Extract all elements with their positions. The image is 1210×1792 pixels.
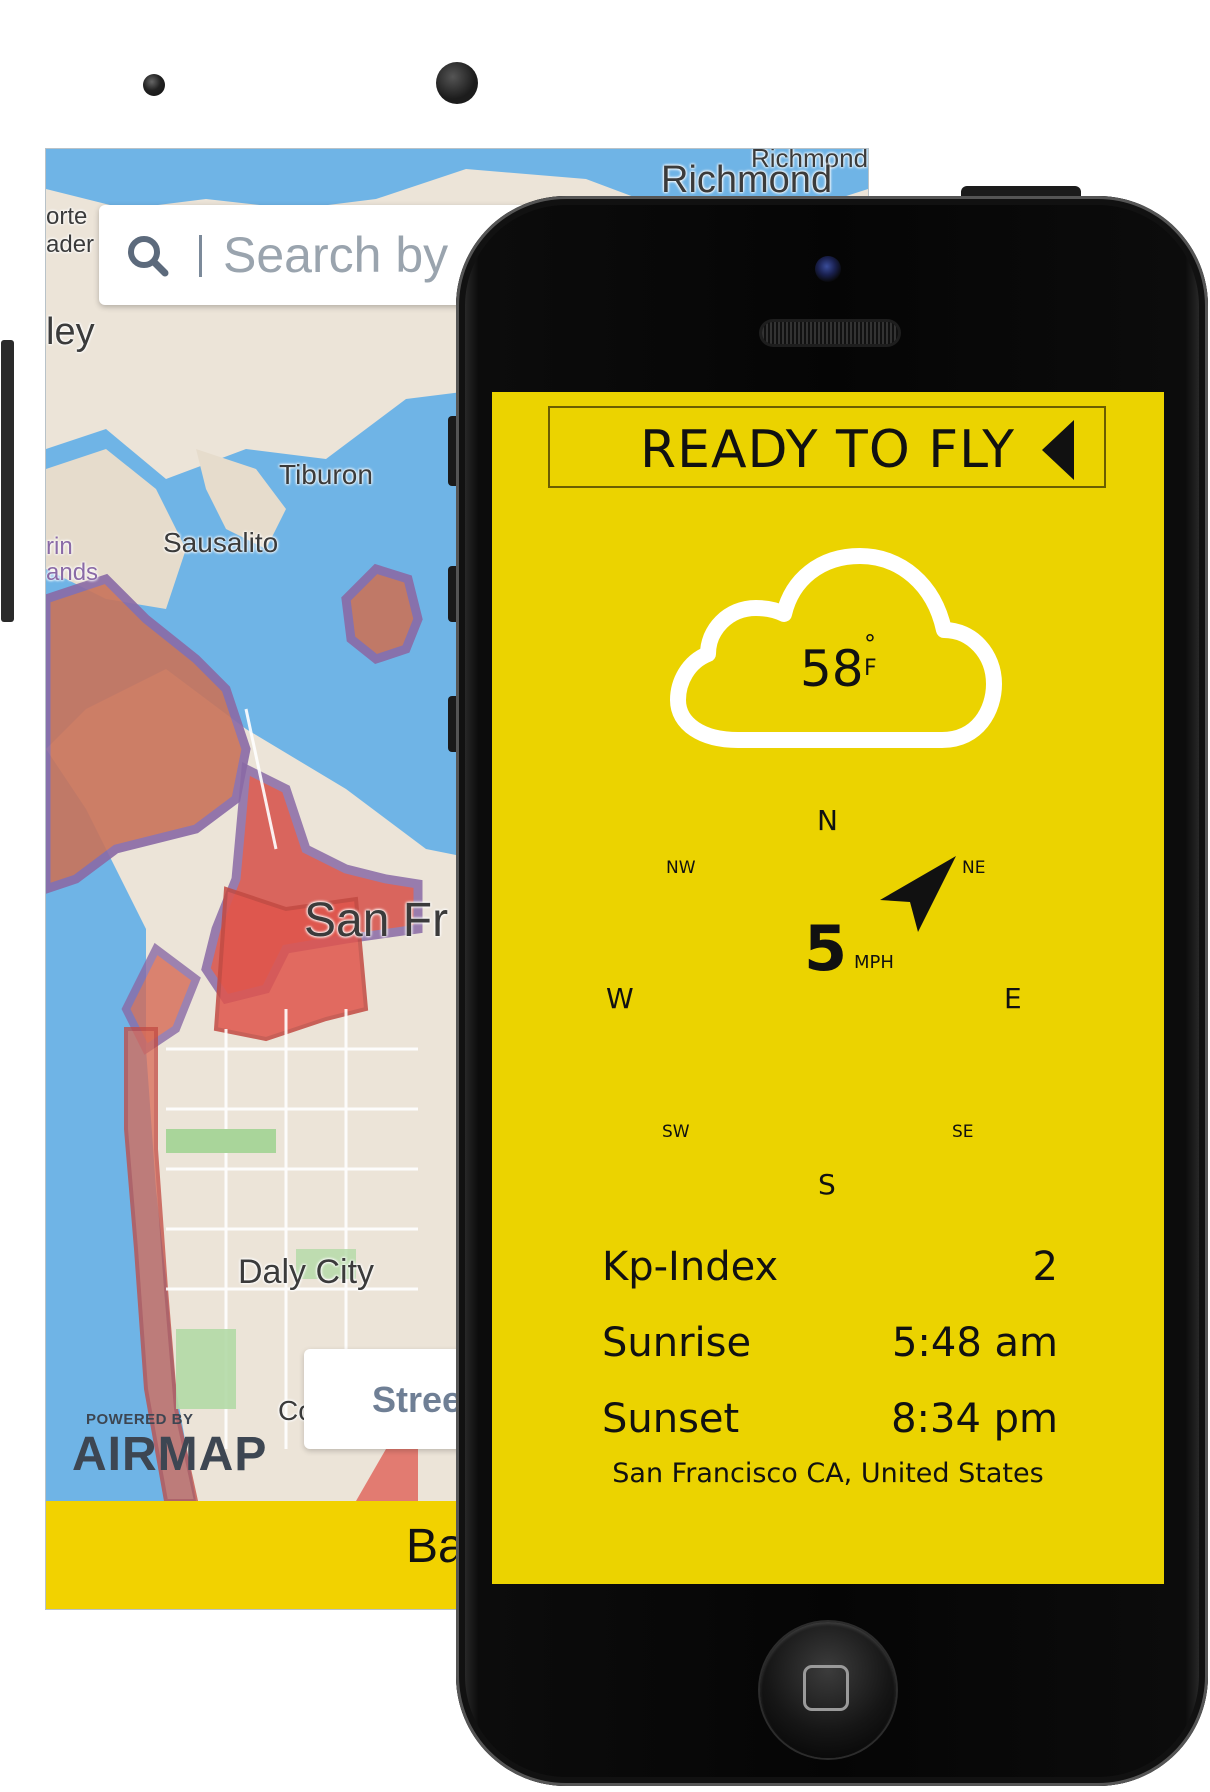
map-label-rin: rin bbox=[46, 533, 73, 560]
map-label-daly-city: Daly City bbox=[238, 1253, 375, 1291]
compass-s: S bbox=[818, 1168, 836, 1201]
compass-sw: SW bbox=[662, 1122, 690, 1142]
back-arrow-icon[interactable] bbox=[1042, 420, 1074, 480]
map-label-tiburon: Tiburon bbox=[279, 459, 373, 490]
info-row-kp-index: Kp-Index 2 bbox=[602, 1244, 1058, 1300]
search-divider bbox=[199, 235, 202, 277]
temperature-degree: ° bbox=[864, 630, 876, 658]
home-button[interactable] bbox=[760, 1622, 896, 1758]
home-square-icon bbox=[803, 1665, 849, 1711]
compass-n: N bbox=[817, 804, 838, 837]
temperature-unit: F bbox=[864, 656, 877, 681]
compass-se: SE bbox=[952, 1122, 974, 1142]
wind-speed-value: 5 bbox=[804, 912, 848, 985]
map-label-lands: ands bbox=[46, 559, 99, 586]
info-row-sunset: Sunset 8:34 pm bbox=[602, 1396, 1058, 1452]
side-button bbox=[1, 340, 14, 622]
kp-index-label: Kp-Index bbox=[602, 1244, 779, 1290]
front-camera bbox=[815, 256, 841, 282]
weather-screen: READY TO FLY 58 ° F N NW NE W E SW SE S … bbox=[492, 392, 1164, 1584]
earpiece bbox=[762, 322, 898, 344]
compass-ne: NE bbox=[962, 858, 986, 878]
compass-e: E bbox=[1004, 982, 1022, 1015]
ready-to-fly-banner[interactable]: READY TO FLY bbox=[548, 406, 1106, 488]
map-label-ley: ley bbox=[46, 311, 95, 353]
speaker-dot bbox=[436, 62, 478, 104]
street-view-label: Stree bbox=[372, 1379, 463, 1420]
temperature-value: 58 bbox=[800, 640, 864, 698]
location-label: San Francisco CA, United States bbox=[612, 1458, 1044, 1489]
kp-index-value: 2 bbox=[1032, 1244, 1058, 1290]
compass-w: W bbox=[606, 982, 634, 1015]
ready-to-fly-status: READY TO FLY bbox=[640, 420, 1016, 480]
powered-by-label: POWERED BY bbox=[86, 1411, 194, 1428]
info-row-sunrise: Sunrise 5:48 am bbox=[602, 1320, 1058, 1376]
navigation-arrow-icon bbox=[880, 856, 956, 932]
camera-dot bbox=[143, 74, 165, 96]
compass-nw: NW bbox=[666, 858, 696, 878]
airmap-logo: AIRMAP bbox=[72, 1428, 268, 1481]
front-phone: READY TO FLY 58 ° F N NW NE W E SW SE S … bbox=[448, 186, 1208, 1786]
search-icon bbox=[128, 236, 169, 277]
sunset-value: 8:34 pm bbox=[891, 1396, 1058, 1442]
sunrise-label: Sunrise bbox=[602, 1320, 752, 1366]
map-label-san-francisco: San Fr bbox=[304, 894, 449, 947]
map-label-sausalito: Sausalito bbox=[163, 527, 279, 558]
sunrise-value: 5:48 am bbox=[891, 1320, 1058, 1366]
wind-speed-unit: MPH bbox=[854, 952, 894, 973]
map-label-orte: orte bbox=[46, 203, 88, 230]
map-label-ader: ader bbox=[46, 231, 95, 258]
sunset-label: Sunset bbox=[602, 1396, 740, 1442]
